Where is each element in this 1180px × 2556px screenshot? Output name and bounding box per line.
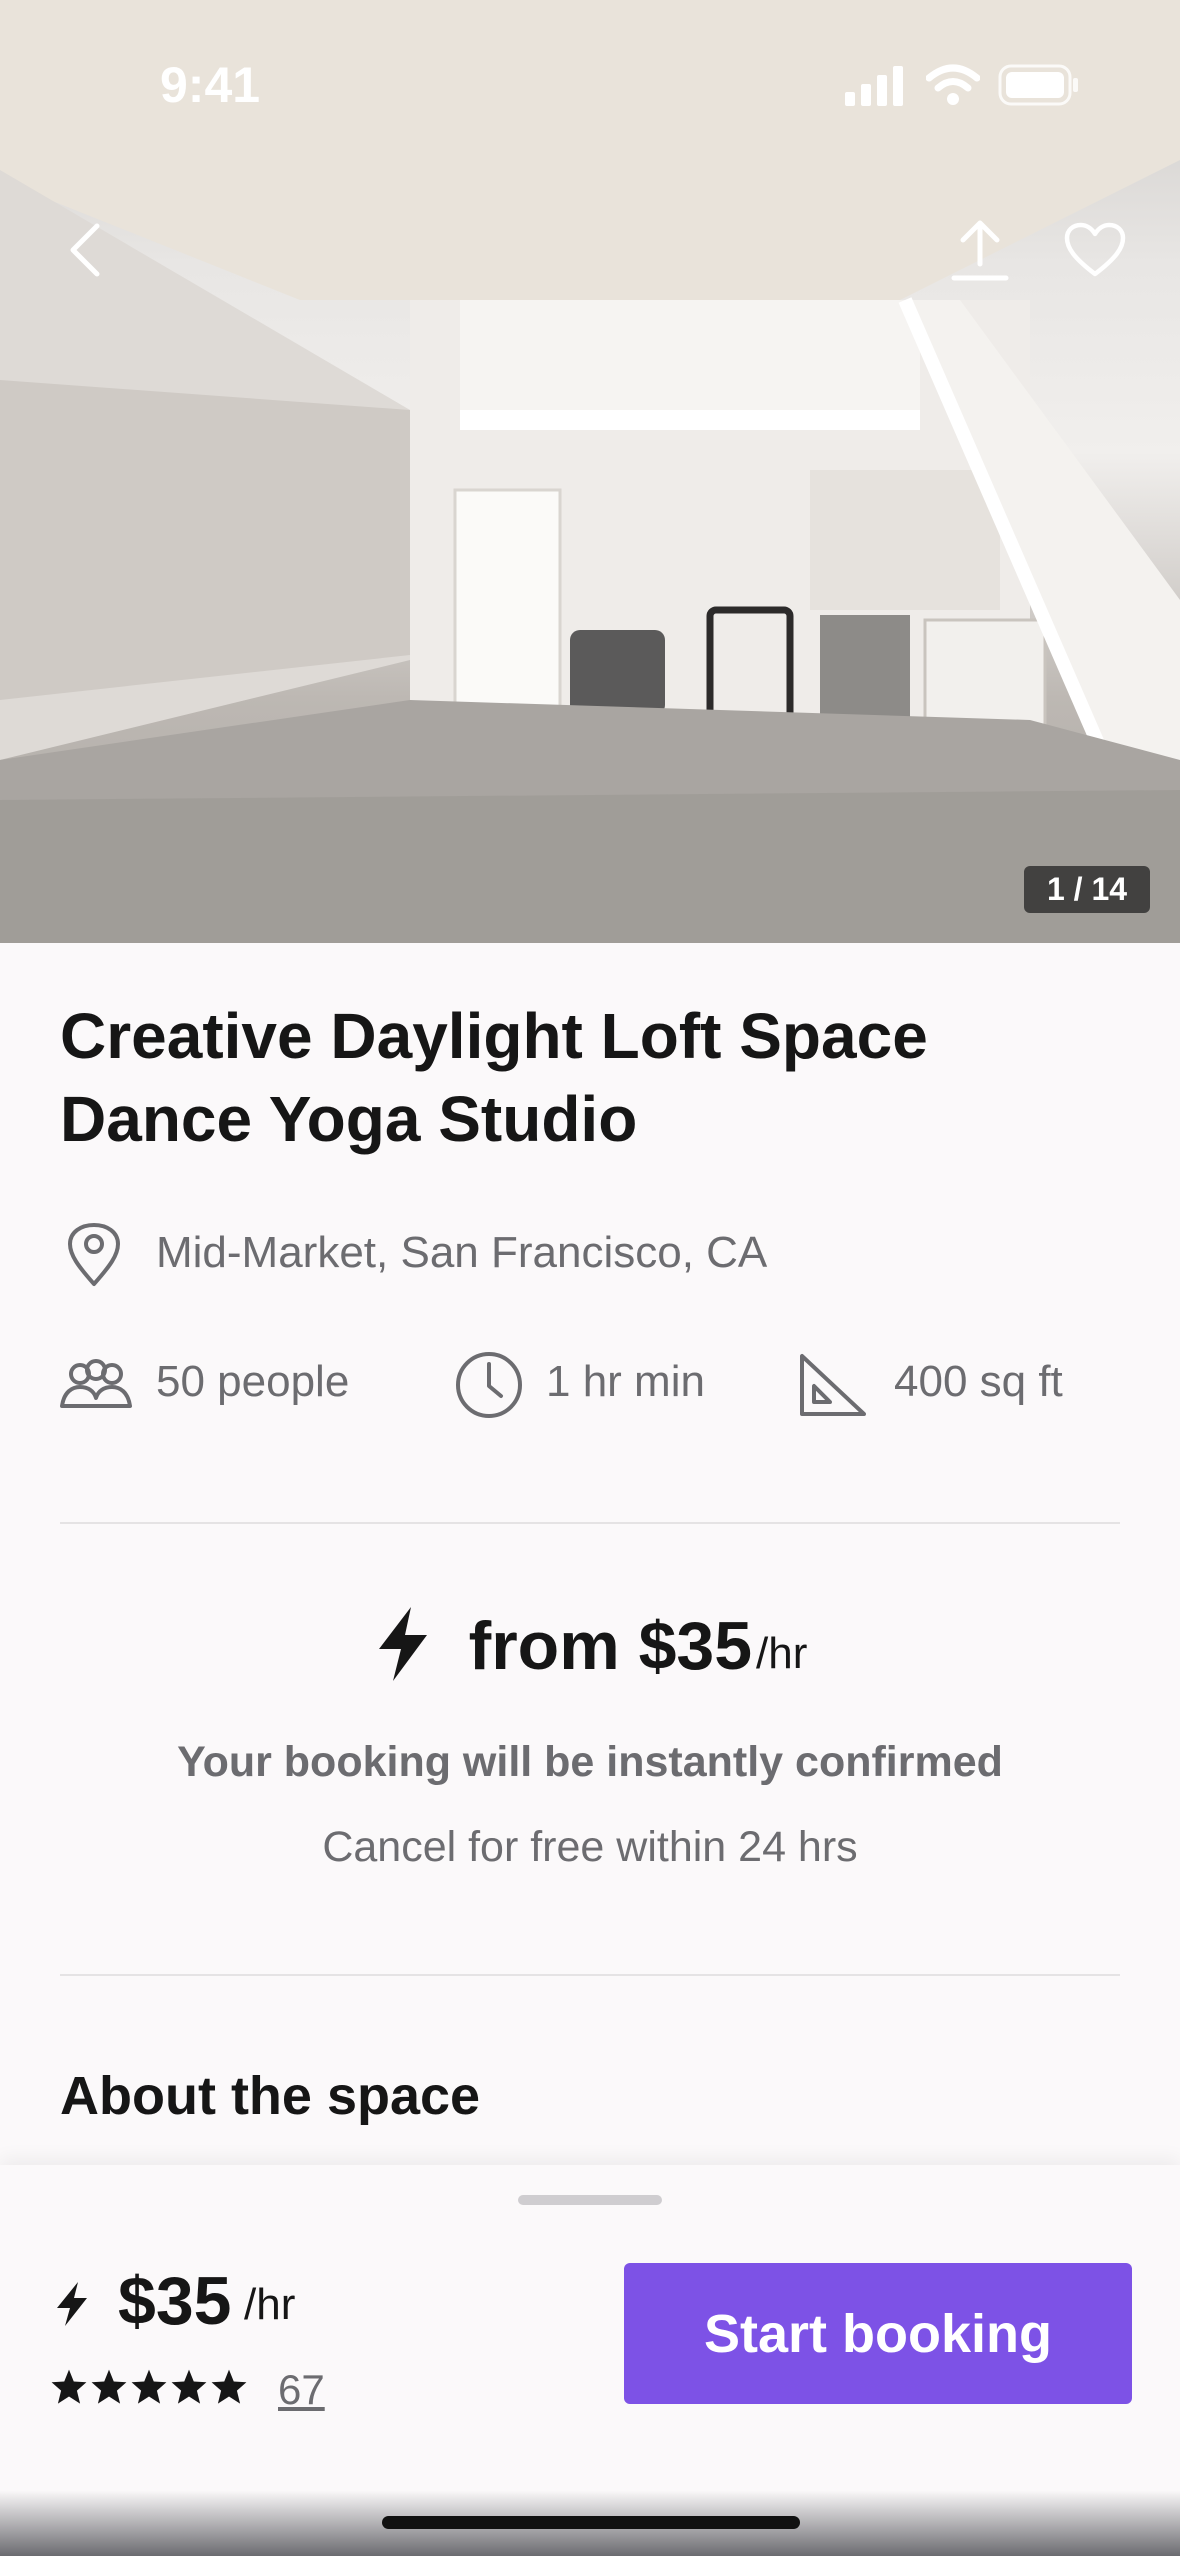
back-button[interactable] <box>50 210 120 290</box>
clock-icon <box>456 1352 522 1418</box>
divider <box>60 1974 1120 1976</box>
start-booking-button[interactable]: Start booking <box>624 2263 1132 2404</box>
star-icon <box>51 2369 87 2404</box>
booking-price-unit: /hr <box>244 2280 296 2329</box>
cancel-policy-text: Cancel for free within 24 hrs <box>322 1823 858 1871</box>
instant-confirm-text: Your booking will be instantly confirmed <box>177 1738 1003 1786</box>
share-upload-icon <box>951 220 1009 281</box>
about-heading: About the space <box>60 2066 481 2126</box>
area-text: 400 sq ft <box>894 1357 1063 1406</box>
listing-title: Creative Daylight Loft Space Dance Yoga … <box>60 1000 928 1155</box>
sheet-handle[interactable] <box>518 2195 662 2205</box>
wifi-icon <box>926 64 980 105</box>
photo-counter: 1 / 14 <box>1024 866 1150 913</box>
star-icon <box>211 2369 247 2404</box>
rating-stars <box>50 2368 248 2406</box>
lightning-icon <box>57 2282 87 2326</box>
star-icon <box>131 2369 167 2404</box>
ruler-triangle-icon <box>800 1354 866 1416</box>
divider <box>60 1522 1120 1524</box>
price-from-label: from $35 <box>468 1608 753 1684</box>
star-icon <box>91 2369 127 2404</box>
price-unit: /hr <box>756 1629 808 1678</box>
status-time: 9:41 <box>160 57 261 113</box>
favorite-button[interactable] <box>1055 210 1135 290</box>
people-icon <box>60 1359 132 1408</box>
capacity-text: 50 people <box>156 1357 350 1406</box>
location-text[interactable]: Mid-Market, San Francisco, CA <box>156 1228 767 1278</box>
location-pin-icon <box>68 1223 120 1286</box>
chevron-left-icon <box>70 223 100 277</box>
home-indicator[interactable] <box>382 2516 800 2529</box>
price-summary: from $35 /hr <box>0 1605 1180 1685</box>
booking-price: $35 <box>118 2263 232 2339</box>
cellular-signal-icon <box>845 66 903 106</box>
battery-icon <box>998 64 1078 106</box>
heart-icon <box>1064 222 1126 277</box>
review-count-link[interactable]: 67 <box>278 2366 325 2414</box>
star-icon <box>171 2369 207 2404</box>
lightning-icon <box>378 1607 427 1681</box>
share-button[interactable] <box>945 210 1015 290</box>
status-bar: 9:41 <box>0 0 1180 150</box>
min-duration-text: 1 hr min <box>546 1357 705 1406</box>
